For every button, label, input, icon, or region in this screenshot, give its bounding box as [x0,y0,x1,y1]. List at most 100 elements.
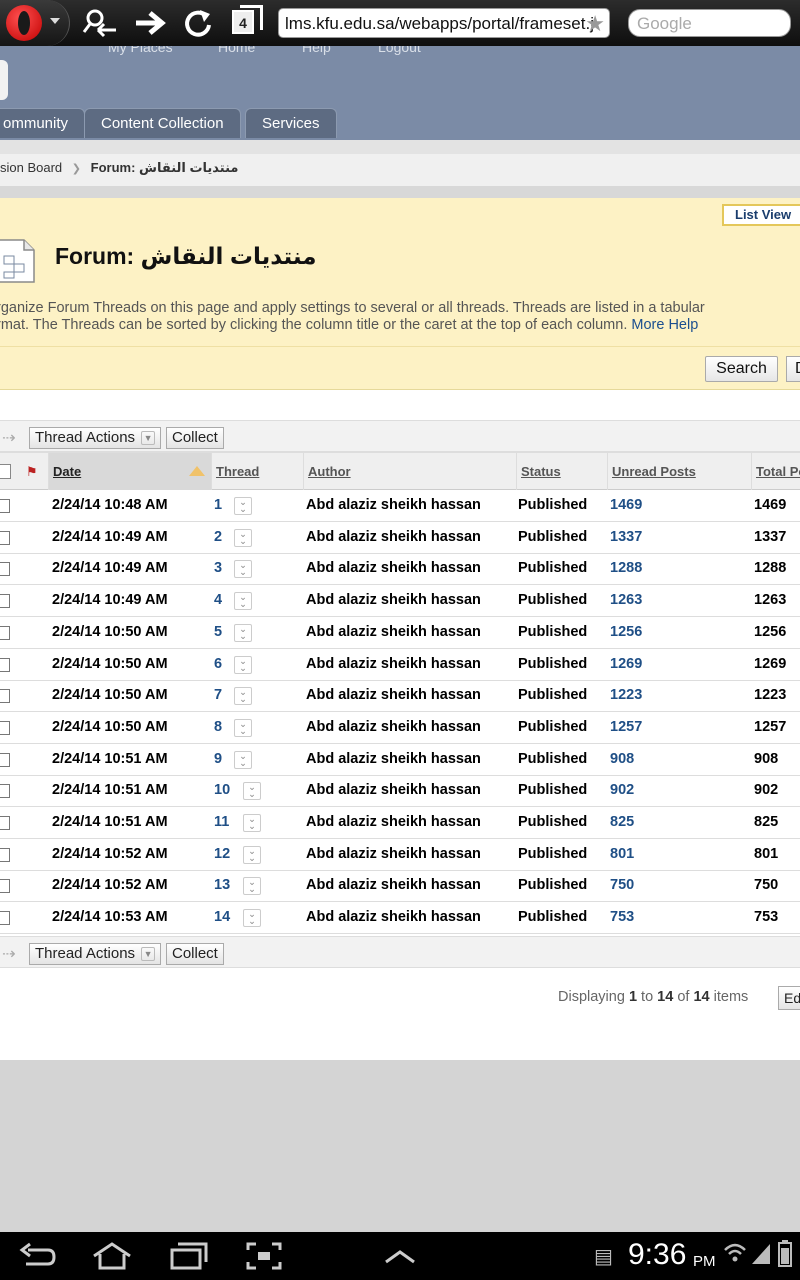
unread-posts-link[interactable]: 908 [610,744,634,775]
top-link-help[interactable]: Help [302,46,331,55]
unread-posts-link[interactable]: 1337 [610,522,642,553]
column-thread[interactable]: Thread [211,453,303,490]
unread-posts-link[interactable]: 750 [610,870,634,901]
unread-posts-link[interactable]: 1263 [610,585,642,616]
more-help-link[interactable]: More Help [631,317,698,333]
thread-link[interactable]: 7 [214,680,222,711]
chevron-down-icon[interactable]: ⌄ ⌄ [243,845,261,864]
row-checkbox[interactable] [0,911,10,926]
clipped-button[interactable]: D [786,356,800,382]
unread-posts-link[interactable]: 825 [610,807,634,838]
select-all-checkbox[interactable] [0,464,11,479]
top-link-logout[interactable]: Logout [378,46,421,55]
thread-link[interactable]: 4 [214,585,222,616]
row-checkbox[interactable] [0,625,10,640]
row-checkbox[interactable] [0,879,10,894]
tabs-count-icon[interactable]: 4 [232,5,263,34]
thread-link[interactable]: 8 [214,712,222,743]
forward-arrow-icon[interactable] [132,6,168,40]
chevron-down-icon[interactable]: ⌄ ⌄ [243,909,261,928]
tab-content-collection[interactable]: Content Collection [84,108,241,138]
thread-link[interactable]: 2 [214,522,222,553]
thread-link[interactable]: 12 [214,839,230,870]
row-checkbox[interactable] [0,784,10,799]
chevron-down-icon[interactable]: ⌄ ⌄ [234,687,252,706]
recent-apps-icon[interactable] [168,1240,208,1272]
battery-icon [776,1240,794,1274]
thread-link[interactable]: 11 [214,807,229,838]
unread-posts-link[interactable]: 1256 [610,617,642,648]
unread-posts-link[interactable]: 1257 [610,712,642,743]
table-row: 2/24/14 10:48 AM 1 ⌄ ⌄ Abd alaziz sheikh has… [0,490,800,522]
screenshot-icon[interactable] [244,1240,284,1272]
top-link-home[interactable]: Home [218,46,255,55]
unread-posts-link[interactable]: 1288 [610,553,642,584]
home-icon[interactable] [92,1240,132,1272]
unread-posts-link[interactable]: 801 [610,839,634,870]
row-checkbox[interactable] [0,594,10,609]
chevron-down-icon[interactable]: ⌄ ⌄ [234,497,252,515]
browser-search-input[interactable]: Google [628,9,791,37]
breadcrumb-parent[interactable]: sion Board [0,160,62,175]
chevron-down-icon[interactable]: ⌄ ⌄ [234,528,252,547]
chevron-down-icon[interactable]: ⌄ ⌄ [243,877,261,896]
bookmark-star-icon[interactable]: ★ [585,9,605,37]
header-divider [0,346,800,347]
row-checkbox[interactable] [0,562,10,577]
row-checkbox[interactable] [0,530,10,545]
collect-button-bottom[interactable]: Collect [166,943,224,965]
up-chevron-icon[interactable] [380,1240,420,1272]
chevron-down-icon[interactable]: ⌄ ⌄ [234,655,252,674]
zoom-back-icon[interactable] [82,6,118,40]
thread-link[interactable]: 10 [214,775,230,806]
row-checkbox[interactable] [0,816,10,830]
thread-link[interactable]: 9 [214,744,222,775]
chevron-down-icon[interactable]: ⌄ ⌄ [234,750,252,769]
column-date-label: Date [53,464,82,479]
chevron-down-icon[interactable]: ⌄ ⌄ [234,592,252,611]
unread-posts-link[interactable]: 1223 [610,680,642,711]
column-status[interactable]: Status [516,453,607,490]
row-checkbox[interactable] [0,720,10,735]
search-button[interactable]: Search [705,356,778,382]
list-view-button[interactable]: List View [722,204,800,226]
top-link-my-places[interactable]: My Places [108,46,173,55]
thread-link[interactable]: 3 [214,553,222,584]
tab-community[interactable]: ommunity [0,108,86,138]
thread-actions-button-bottom[interactable]: Thread Actions ▼ [29,943,162,965]
column-author[interactable]: Author [303,453,516,490]
unread-posts-link[interactable]: 753 [610,902,634,933]
chevron-down-icon[interactable]: ⌄ ⌄ [243,782,261,801]
unread-posts-link[interactable]: 1269 [610,649,642,680]
opera-menu-button[interactable] [0,0,70,46]
sort-ascending-icon[interactable] [189,466,205,476]
thread-link[interactable]: 1 [214,490,222,521]
reload-icon[interactable] [180,6,216,40]
row-checkbox[interactable] [0,689,10,704]
unread-posts-link[interactable]: 902 [610,775,634,806]
row-checkbox[interactable] [0,752,10,767]
column-total-posts[interactable]: Total Po [751,453,800,490]
thread-actions-button[interactable]: Thread Actions ▼ [29,427,162,449]
row-checkbox[interactable] [0,499,10,513]
tab-services[interactable]: Services [245,108,337,138]
thread-link[interactable]: 6 [214,649,222,680]
column-unread-posts[interactable]: Unread Posts [607,453,751,490]
unread-posts-link[interactable]: 1469 [610,490,642,521]
thread-link[interactable]: 13 [214,870,230,901]
chevron-down-icon[interactable]: ⌄ ⌄ [234,560,252,579]
row-status: Published [518,592,588,609]
row-checkbox[interactable] [0,657,10,672]
chevron-down-icon[interactable]: ⌄ ⌄ [243,814,261,832]
thread-link[interactable]: 14 [214,902,230,933]
row-checkbox[interactable] [0,847,10,862]
chevron-down-icon[interactable]: ⌄ ⌄ [234,718,252,737]
column-date[interactable]: Date [48,453,211,490]
flag-icon[interactable]: ⚑ [26,464,38,480]
back-arrow-icon[interactable] [18,1240,58,1272]
address-bar[interactable]: lms.kfu.edu.sa/webapps/portal/frameset.j… [278,8,610,38]
thread-link[interactable]: 5 [214,617,222,648]
edit-paging-button[interactable]: Ed [778,986,800,1010]
collect-button[interactable]: Collect [166,427,224,449]
chevron-down-icon[interactable]: ⌄ ⌄ [234,623,252,642]
